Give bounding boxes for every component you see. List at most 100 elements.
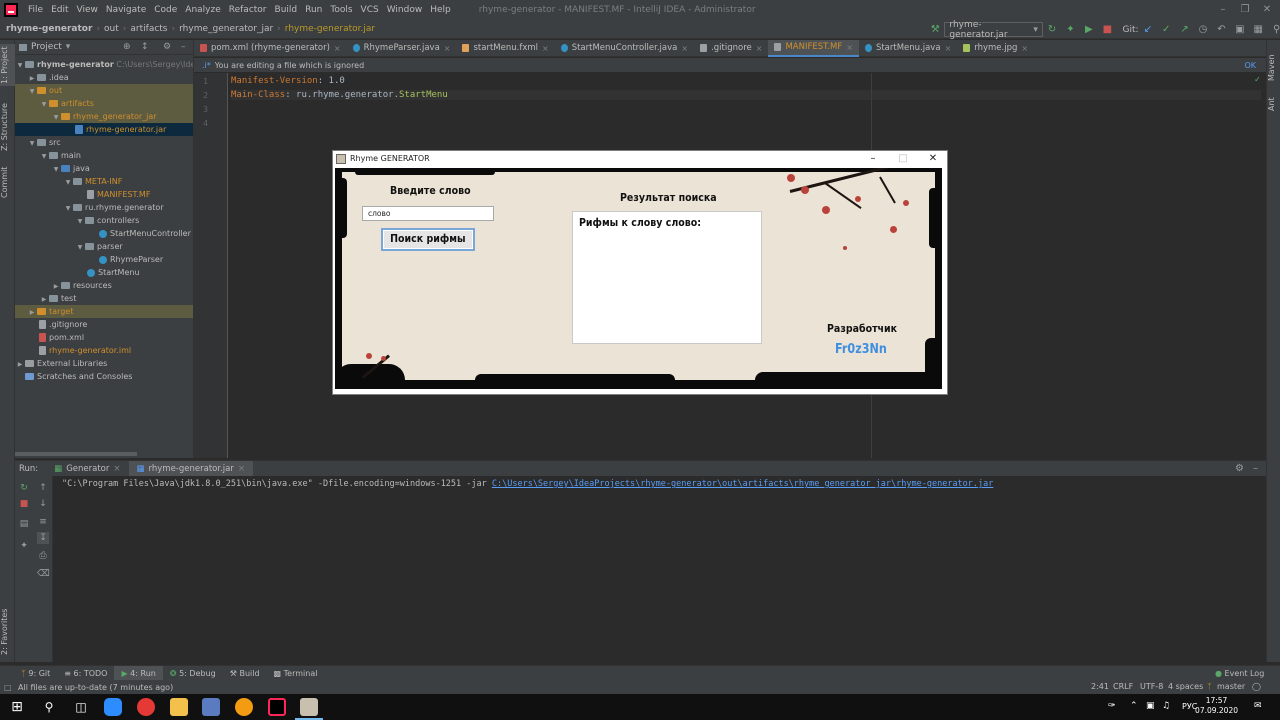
app-titlebar[interactable]: Rhyme GENERATOR – □ ✕ [333,151,947,166]
tab-rhyme-jpg[interactable]: rhyme.jpg × [957,40,1034,57]
history-icon[interactable]: ◷ [1197,23,1209,37]
scroll-down-icon[interactable]: ↓ [37,498,49,510]
hide-panel-icon[interactable]: – [1253,463,1258,474]
breadcrumb-jar-file[interactable]: rhyme-generator.jar [285,24,375,34]
event-log-tab[interactable]: ● Event Log [1208,666,1271,681]
rollback-icon[interactable]: ↶ [1215,23,1227,37]
project-structure-icon[interactable]: ▣ [1234,23,1246,37]
chevron-down-icon[interactable]: ▾ [66,42,71,52]
horizontal-scrollbar[interactable] [15,452,137,456]
menu-view[interactable]: View [73,5,102,15]
tree-row-manifest[interactable]: MANIFEST.MF [15,188,193,201]
close-tab-icon[interactable]: × [846,39,853,56]
close-tab-icon[interactable]: × [756,40,763,57]
tree-row-java[interactable]: ▼ java [15,162,193,175]
tab-startmenucontroller[interactable]: StartMenuController.java × [555,40,694,57]
tab-manifest[interactable]: MANIFEST.MF × [768,39,859,57]
taskbar-clock[interactable]: 17:57 07.09.2020 [1195,696,1238,716]
scroll-to-end-icon[interactable]: ↧ [37,532,49,544]
pin-icon[interactable]: ✦ [18,540,30,552]
tree-row-src[interactable]: ▼ src [15,136,193,149]
stop-icon[interactable]: ■ [18,498,30,510]
menu-build[interactable]: Build [271,5,302,15]
intellij-taskbar-icon[interactable] [268,698,286,716]
breadcrumb-jar-folder[interactable]: rhyme_generator_jar [179,24,273,34]
caret-position[interactable]: 2:41 [1091,680,1109,694]
tree-row-root[interactable]: ▼rhyme-generator C:\Users\Sergey\IdeaPro [15,58,193,71]
project-tool-tab[interactable]: 1: Project [0,44,15,86]
gear-icon[interactable]: ⚙ [163,42,171,52]
tree-row-controllers[interactable]: ▼ controllers [15,214,193,227]
tree-row-rhymeparser[interactable]: RhymeParser [15,253,193,266]
tree-row-resources[interactable]: ▶ resources [15,279,193,292]
close-tab-icon[interactable]: × [542,40,549,57]
menu-analyze[interactable]: Analyze [181,5,224,15]
tree-row-external-libraries[interactable]: ▶ External Libraries [15,357,193,370]
bottom-tab-run[interactable]: ▶ 4: Run [114,665,163,681]
tab-startmenu-fxml[interactable]: startMenu.fxml × [456,40,554,57]
menu-code[interactable]: Code [150,5,181,15]
hide-panel-icon[interactable]: – [181,42,186,52]
app-close-icon[interactable]: ✕ [919,151,947,166]
settings-icon[interactable]: ▦ [1252,23,1264,37]
network-icon[interactable]: ▣ [1146,701,1155,711]
java-app-taskbar-icon[interactable] [295,698,323,720]
tree-row-scratches[interactable]: Scratches and Consoles [15,370,193,383]
git-update-icon[interactable]: ↙ [1142,23,1154,37]
zoom-app-icon[interactable] [104,698,122,716]
tree-row-test[interactable]: ▶ test [15,292,193,305]
menu-help[interactable]: Help [426,5,455,15]
run-tab-generator[interactable]: ▦ Generator × [46,461,128,477]
breadcrumb-project[interactable]: rhyme-generator [6,24,92,34]
search-rhyme-button[interactable]: Поиск рифмы [381,228,475,251]
menu-navigate[interactable]: Navigate [102,5,150,15]
run-tab-jar[interactable]: ▦ rhyme-generator.jar × [128,460,253,477]
git-branch[interactable]: master [1217,680,1245,694]
pen-icon[interactable]: ✑ [1108,701,1116,711]
tab-startmenu-java[interactable]: StartMenu.java × [859,40,957,57]
soft-wrap-icon[interactable]: ≡ [37,516,49,528]
minimize-icon[interactable]: – [1212,0,1234,20]
tab-gitignore[interactable]: .gitignore × [694,40,768,57]
line-separator[interactable]: CRLF [1113,680,1133,694]
bottom-tab-todo[interactable]: ≡ 6: TODO [57,666,114,681]
close-window-icon[interactable]: ✕ [1256,0,1278,20]
tree-row-jar-file[interactable]: rhyme-generator.jar [15,123,193,136]
tree-row-artifacts[interactable]: ▼ artifacts [15,97,193,110]
console-jar-link[interactable]: C:\Users\Sergey\IdeaProjects\rhyme-gener… [492,479,994,489]
menu-window[interactable]: Window [383,5,427,15]
file-encoding[interactable]: UTF-8 [1140,680,1163,694]
bottom-tab-debug[interactable]: ❂ 5: Debug [163,666,223,681]
close-tab-icon[interactable]: × [1021,40,1028,57]
bottom-tab-build[interactable]: ⚒ Build [223,666,267,681]
tree-row-pom[interactable]: pom.xml [15,331,193,344]
tree-row-main[interactable]: ▼ main [15,149,193,162]
close-tab-icon[interactable]: × [945,40,952,57]
print-icon[interactable]: ⎙ [37,550,49,562]
tree-row-startmenu[interactable]: StartMenu [15,266,193,279]
app-maximize-icon[interactable]: □ [889,151,917,166]
console-output[interactable]: "C:\Program Files\Java\jdk1.8.0_251\bin\… [53,476,1266,662]
tree-row-iml[interactable]: rhyme-generator.iml [15,344,193,357]
rerun-icon[interactable]: ↻ [1046,23,1058,37]
menu-vcs[interactable]: VCS [357,5,383,15]
app-icon[interactable] [202,698,220,716]
rerun-icon[interactable]: ↻ [18,482,30,494]
tab-pom-xml[interactable]: pom.xml (rhyme-generator) × [194,40,347,57]
commit-tool-tab[interactable]: Commit [0,164,15,200]
tree-row-meta-inf[interactable]: ▼ META-INF [15,175,193,188]
tree-row-idea[interactable]: ▶ .idea [15,71,193,84]
banner-ok-link[interactable]: OK [1244,61,1256,70]
app-minimize-icon[interactable]: – [859,151,887,166]
app-icon[interactable] [235,698,253,716]
search-everywhere-icon[interactable]: ⚲ [1270,23,1280,37]
close-tab-icon[interactable]: × [238,461,245,477]
menu-edit[interactable]: Edit [47,5,72,15]
coverage-icon[interactable]: ▶ [1083,23,1095,37]
result-textarea[interactable]: Рифмы к слову слово: [572,211,762,344]
tree-row-target[interactable]: ▶ target [15,305,193,318]
git-commit-icon[interactable]: ✓ [1160,23,1172,37]
project-panel-title[interactable]: Project [31,42,62,52]
debug-icon[interactable]: ✦ [1064,23,1076,37]
maven-tool-tab[interactable]: Maven [1267,52,1280,84]
